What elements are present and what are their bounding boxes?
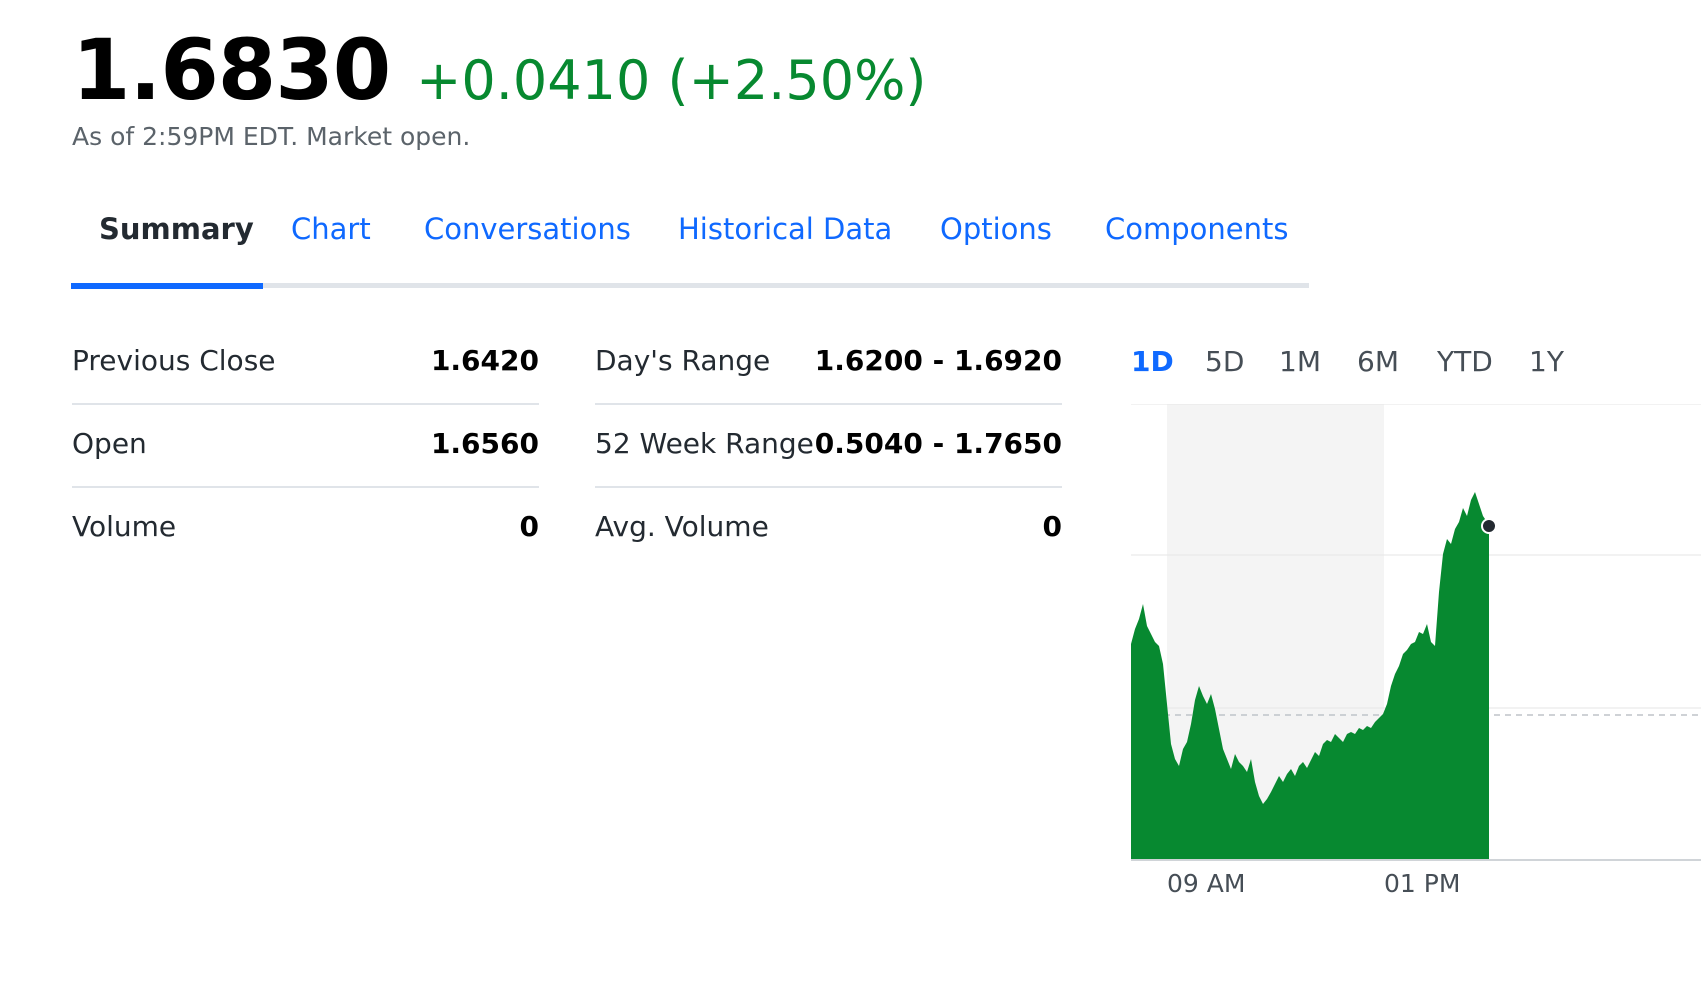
range-5d[interactable]: 5D <box>1205 345 1244 378</box>
stat-value: 1.6420 <box>430 344 539 377</box>
stat-value: 0.5040 - 1.7650 <box>814 427 1062 460</box>
quote-header: 1.6830 +0.0410 (+2.50%) <box>72 28 926 112</box>
tab-components[interactable]: Components <box>1105 212 1288 246</box>
active-tab-indicator <box>71 283 263 289</box>
chart-range-selector: 1D 5D 1M 6M YTD 1Y <box>1131 345 1701 385</box>
quote-tabs: Summary Chart Conversations Historical D… <box>71 190 1309 290</box>
stat-value: 0 <box>1042 510 1062 543</box>
stat-row-avg-volume: Avg. Volume 0 <box>595 488 1062 571</box>
x-tick-label: 01 PM <box>1384 869 1460 898</box>
intraday-chart-svg: 09 AM 01 PM <box>1131 403 1701 898</box>
tab-summary[interactable]: Summary <box>99 212 254 246</box>
range-1y[interactable]: 1Y <box>1529 345 1564 378</box>
current-price: 1.6830 <box>72 21 391 119</box>
x-tick-label: 09 AM <box>1167 869 1245 898</box>
stats-table-right: Day's Range 1.6200 - 1.6920 52 Week Rang… <box>595 322 1062 571</box>
intraday-chart[interactable]: 09 AM 01 PM <box>1131 403 1701 987</box>
tab-conversations[interactable]: Conversations <box>424 212 631 246</box>
stat-row-open: Open 1.6560 <box>72 405 539 488</box>
stat-value: 1.6200 - 1.6920 <box>814 344 1062 377</box>
stat-row-52-week-range: 52 Week Range 0.5040 - 1.7650 <box>595 405 1062 488</box>
stats-table-left: Previous Close 1.6420 Open 1.6560 Volume… <box>72 322 539 571</box>
stat-label: Volume <box>72 510 177 543</box>
stat-label: Open <box>72 427 147 460</box>
stat-row-volume: Volume 0 <box>72 488 539 571</box>
range-1m[interactable]: 1M <box>1279 345 1321 378</box>
tab-historical-data[interactable]: Historical Data <box>678 212 892 246</box>
stat-label: 52 Week Range <box>595 427 814 460</box>
price-change: +0.0410 (+2.50%) <box>416 49 927 112</box>
stat-label: Day's Range <box>595 344 771 377</box>
stat-label: Previous Close <box>72 344 276 377</box>
stat-row-previous-close: Previous Close 1.6420 <box>72 322 539 405</box>
range-6m[interactable]: 6M <box>1357 345 1399 378</box>
range-1d[interactable]: 1D <box>1131 345 1174 378</box>
last-price-marker <box>1481 518 1497 534</box>
tab-options[interactable]: Options <box>940 212 1052 246</box>
range-ytd[interactable]: YTD <box>1437 345 1493 378</box>
stat-label: Avg. Volume <box>595 510 769 543</box>
stat-row-days-range: Day's Range 1.6200 - 1.6920 <box>595 322 1062 405</box>
tab-chart[interactable]: Chart <box>291 212 371 246</box>
stat-value: 1.6560 <box>430 427 539 460</box>
stat-value: 0 <box>519 510 539 543</box>
market-status: As of 2:59PM EDT. Market open. <box>72 122 471 151</box>
